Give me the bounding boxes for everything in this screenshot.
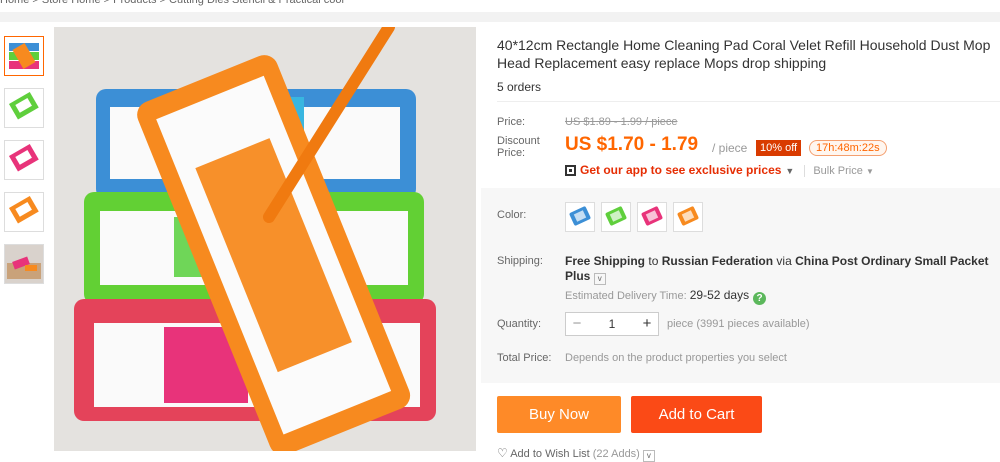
thumbnail-green[interactable] xyxy=(4,88,44,128)
discount-badge: 10% off xyxy=(756,140,802,156)
app-promo-link[interactable]: Get our app to see exclusive prices xyxy=(580,163,781,177)
mop-orange-icon xyxy=(8,195,39,224)
divider xyxy=(497,101,1000,102)
thumbnail-in-use[interactable] xyxy=(4,244,44,284)
thumbnail-list xyxy=(4,36,46,296)
mop-pink-icon xyxy=(8,143,39,172)
price-label: Price: xyxy=(497,116,526,128)
caret-down-icon: ▼ xyxy=(865,167,874,176)
bulk-price-link[interactable]: Bulk Price ▼ xyxy=(804,165,874,177)
mop-all-colors-icon xyxy=(9,42,39,70)
original-price: US $1.89 - 1.99 / piece xyxy=(565,116,678,128)
mop-in-use-icon xyxy=(5,245,43,283)
discount-price: US $1.70 - 1.79 xyxy=(565,134,699,155)
thumbnail-pink[interactable] xyxy=(4,140,44,180)
main-product-image[interactable] xyxy=(54,27,476,451)
countdown-timer: 17h:48m:22s xyxy=(809,140,887,156)
price-unit: / piece xyxy=(712,141,748,155)
app-promo-row: Get our app to see exclusive prices ▼ Bulk… xyxy=(565,163,874,177)
qr-code-icon xyxy=(565,165,576,176)
options-panel xyxy=(481,188,1000,383)
thumbnail-all-colors[interactable] xyxy=(4,36,44,76)
mop-green-icon xyxy=(8,91,39,120)
thumbnail-orange[interactable] xyxy=(4,192,44,232)
caret-down-icon[interactable]: ▼ xyxy=(785,166,794,176)
product-title: 40*12cm Rectangle Home Cleaning Pad Cora… xyxy=(497,37,991,71)
mop-product-photo xyxy=(54,27,476,451)
bulk-price-label: Bulk Price xyxy=(813,165,863,177)
discount-price-label: Discount Price: xyxy=(497,135,540,159)
orders-count[interactable]: 5 orders xyxy=(497,80,541,94)
